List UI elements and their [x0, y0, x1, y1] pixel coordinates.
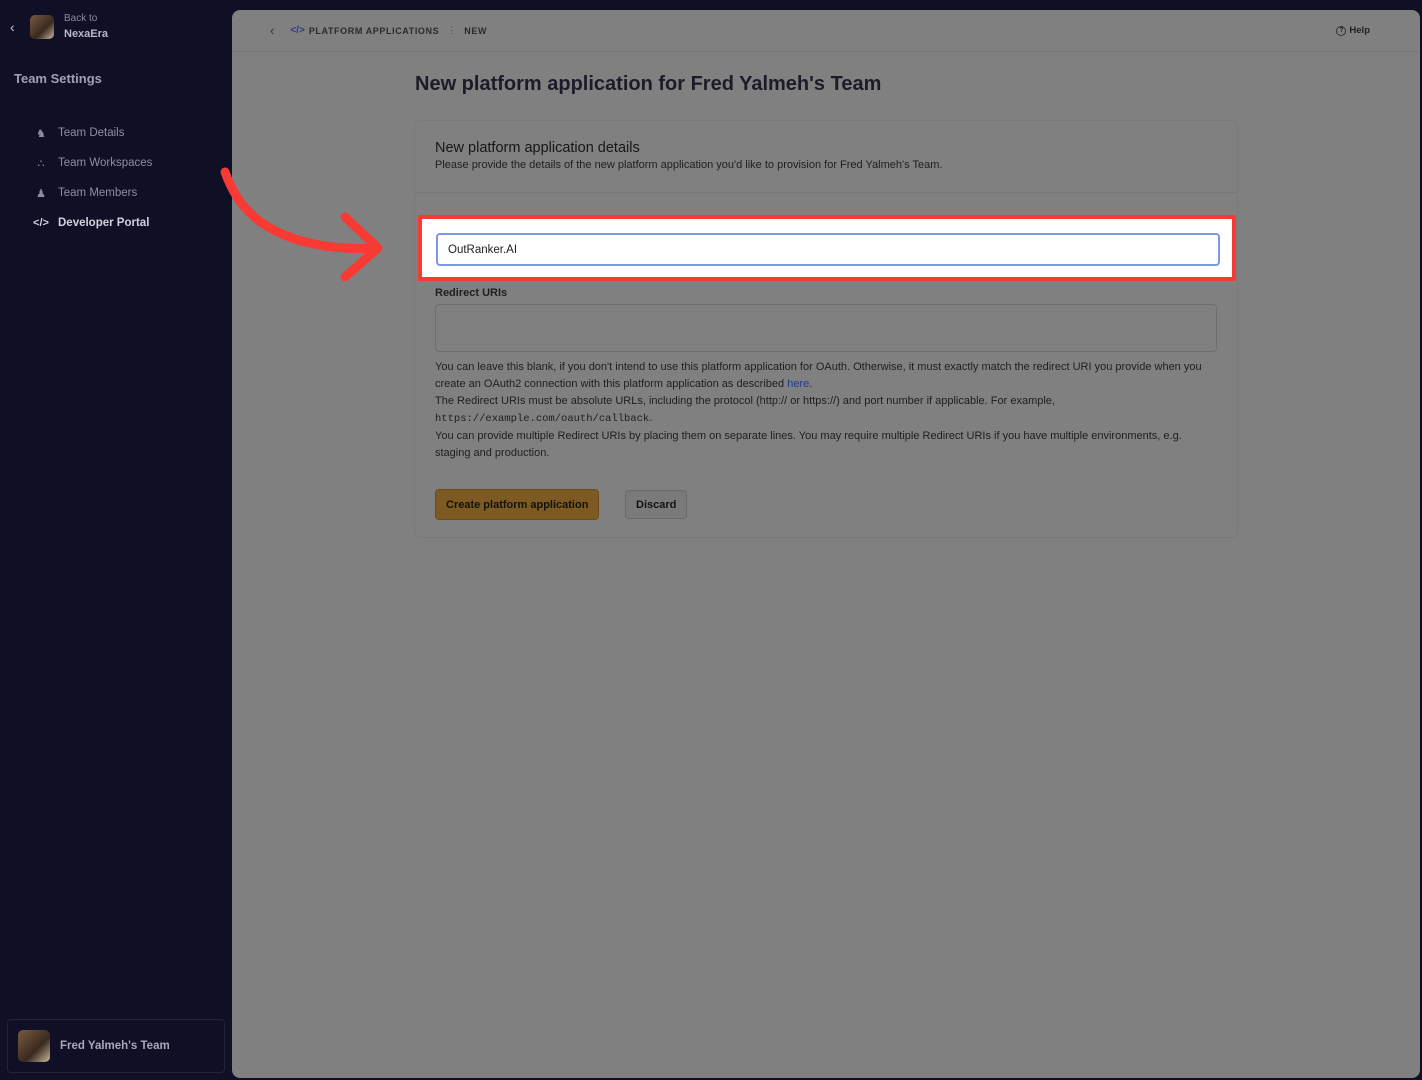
application-name-input[interactable]	[436, 233, 1220, 266]
code-icon: </>	[290, 25, 305, 36]
team-name: Fred Yalmeh's Team	[60, 1040, 170, 1052]
members-icon: ♟	[36, 187, 46, 200]
annotation-arrow-icon	[220, 167, 383, 282]
main-content: ‹ </> PLATFORM APPLICATIONS ⋮ NEW ? Help…	[232, 10, 1420, 1078]
sidebar-item-label: Team Members	[58, 187, 138, 199]
back-label: Back to	[64, 13, 98, 24]
team-switcher[interactable]: Fred Yalmeh's Team	[7, 1019, 225, 1073]
chevron-left-icon[interactable]: ‹	[270, 23, 274, 38]
sidebar-title: Team Settings	[14, 71, 102, 86]
application-form-card: New platform application details Please …	[414, 120, 1238, 538]
card-header: New platform application details Please …	[415, 121, 1237, 193]
chevron-left-icon: ‹	[10, 19, 15, 35]
workspace-avatar	[30, 15, 54, 39]
sidebar-item-label: Team Workspaces	[58, 157, 153, 169]
help-line-1: You can leave this blank, if you don't i…	[435, 361, 1202, 390]
code-icon: </>	[33, 217, 49, 229]
help-button[interactable]: ? Help	[1336, 25, 1370, 36]
help-line-2: The Redirect URIs must be absolute URLs,…	[435, 395, 1055, 407]
sidebar-item-team-details[interactable]: ♞ Team Details	[32, 118, 152, 148]
page-title: New platform application for Fred Yalmeh…	[415, 73, 882, 95]
avatar	[18, 1030, 50, 1062]
breadcrumb: ‹ </> PLATFORM APPLICATIONS ⋮ NEW ? Help	[232, 10, 1420, 52]
highlight-box	[418, 215, 1236, 281]
help-line-3: You can provide multiple Redirect URIs b…	[435, 430, 1182, 459]
back-workspace-name: NexaEra	[64, 28, 109, 40]
workspaces-icon: ∴	[37, 157, 45, 170]
sidebar-item-label: Team Details	[58, 127, 125, 139]
sidebar-item-label: Developer Portal	[58, 217, 150, 229]
help-example-url: https://example.com/oauth/callback	[435, 413, 650, 425]
create-platform-application-button[interactable]: Create platform application	[435, 489, 600, 520]
discard-button[interactable]: Discard	[625, 490, 688, 519]
breadcrumb-separator: ⋮	[447, 25, 457, 35]
sidebar-item-team-members[interactable]: ♟ Team Members	[32, 178, 152, 208]
card-subtitle: Please provide the details of the new pl…	[435, 159, 943, 171]
sidebar: ‹ Back to NexaEra Team Settings ♞ Team D…	[0, 0, 232, 1080]
redirect-help-text: You can leave this blank, if you don't i…	[435, 361, 1202, 459]
redirect-uris-label: Redirect URIs	[435, 287, 508, 299]
card-title: New platform application details	[435, 140, 640, 156]
help-label: Help	[1349, 25, 1370, 36]
question-icon: ?	[1336, 25, 1347, 36]
breadcrumb-new: NEW	[464, 25, 488, 36]
sidebar-nav: ♞ Team Details ∴ Team Workspaces ♟ Team …	[32, 118, 152, 238]
back-to-link[interactable]: ‹ Back to NexaEra	[10, 12, 108, 42]
redirect-uris-input[interactable]	[435, 304, 1217, 352]
users-icon: ♞	[36, 127, 46, 140]
sidebar-item-team-workspaces[interactable]: ∴ Team Workspaces	[32, 148, 153, 178]
sidebar-item-developer-portal[interactable]: </> Developer Portal	[32, 208, 152, 238]
breadcrumb-platform-applications[interactable]: PLATFORM APPLICATIONS	[309, 26, 439, 36]
here-link[interactable]: here	[787, 378, 809, 390]
